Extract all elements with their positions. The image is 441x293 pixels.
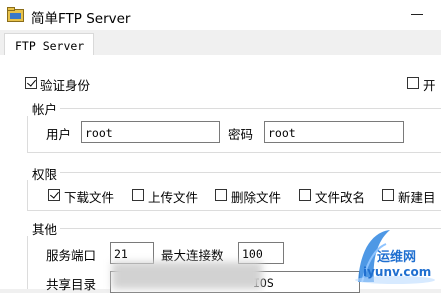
- perm-download-label: 下载文件: [64, 190, 115, 205]
- max-connections-input[interactable]: 100: [238, 242, 284, 264]
- second-option-checkbox[interactable]: [407, 77, 419, 89]
- port-label: 服务端口: [46, 248, 97, 263]
- account-group-left-border: [27, 116, 28, 152]
- window-title: 简单FTP Server: [31, 11, 131, 27]
- perm-rename-checkbox[interactable]: [299, 189, 311, 201]
- second-option-label: 开: [423, 78, 436, 93]
- port-input[interactable]: 21: [110, 242, 154, 264]
- tab-ftp-server[interactable]: FTP Server: [4, 33, 94, 55]
- watermark-text-cn: 运维网: [377, 250, 417, 265]
- permissions-group-left-border: [27, 180, 28, 210]
- redaction-blur: [112, 262, 262, 289]
- permissions-group-border: [60, 172, 441, 173]
- user-input[interactable]: root: [81, 121, 220, 143]
- title-bar: 简单FTP Server: [0, 0, 441, 30]
- minimize-icon[interactable]: [411, 14, 423, 15]
- perm-rename-label: 文件改名: [315, 190, 366, 205]
- perm-new-dir-label: 新建目: [398, 190, 436, 205]
- app-icon: [7, 7, 24, 22]
- perm-upload-checkbox[interactable]: [132, 189, 144, 201]
- permissions-group-bottom: [27, 210, 441, 211]
- shared-dir-label: 共享目录: [46, 277, 97, 292]
- password-label: 密码: [228, 127, 254, 142]
- perm-delete-checkbox[interactable]: [215, 189, 227, 201]
- other-group-left-border: [27, 236, 28, 289]
- perm-upload-label: 上传文件: [148, 190, 199, 205]
- account-group-border: [60, 108, 441, 109]
- account-group-bottom: [27, 152, 441, 153]
- account-heading: 帐户: [32, 102, 58, 117]
- permissions-heading: 权限: [32, 167, 58, 182]
- perm-download-checkbox[interactable]: [48, 189, 60, 201]
- verify-identity-checkbox[interactable]: [25, 77, 37, 89]
- verify-identity-label: 验证身份: [40, 78, 91, 93]
- tab-strip: FTP Server: [0, 30, 441, 56]
- watermark-text-url: iyunv.com: [363, 265, 432, 279]
- user-label: 用户: [46, 127, 72, 142]
- perm-delete-label: 删除文件: [231, 190, 282, 205]
- password-input[interactable]: root: [264, 121, 404, 143]
- other-heading: 其他: [32, 222, 58, 237]
- perm-new-dir-checkbox[interactable]: [382, 189, 394, 201]
